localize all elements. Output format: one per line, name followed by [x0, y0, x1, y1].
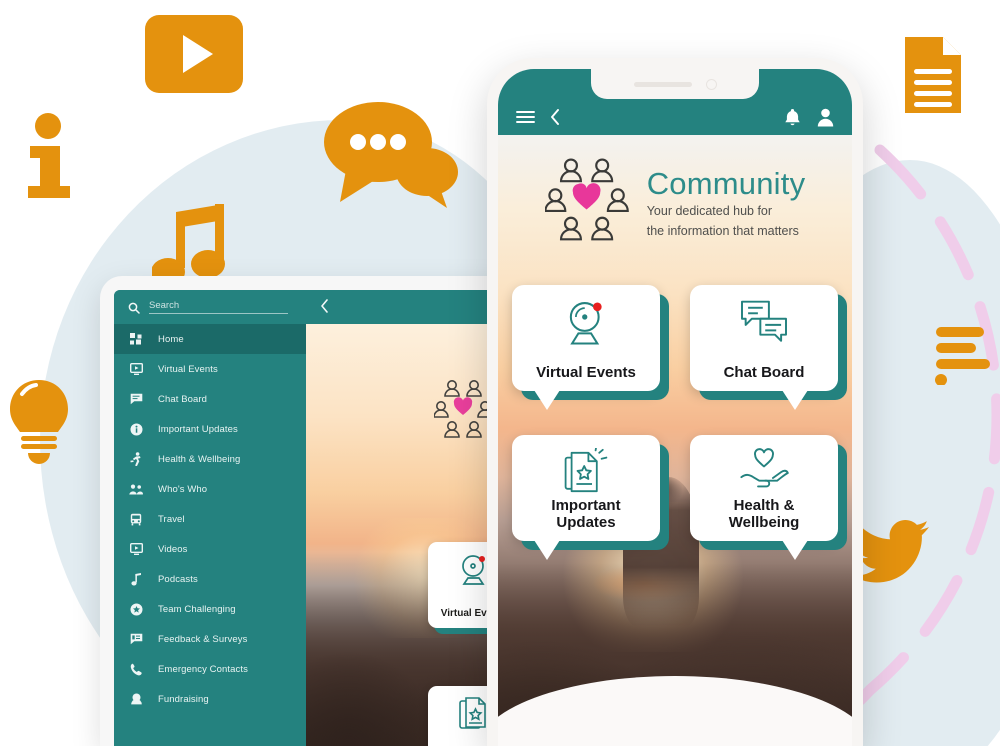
- bus-icon: [128, 511, 144, 527]
- phone-content: Community Your dedicated hub for the inf…: [498, 135, 852, 746]
- info-letter-icon: [22, 112, 82, 204]
- sidebar-item-who-s-who[interactable]: Who's Who: [114, 474, 306, 504]
- webcam-icon: [563, 298, 609, 351]
- sidebar-item-travel[interactable]: Travel: [114, 504, 306, 534]
- tile-chat-board[interactable]: Chat Board: [690, 285, 838, 410]
- sidebar-item-label: Fundraising: [158, 693, 209, 705]
- phone-notch: [591, 69, 759, 99]
- phone-status-header: [498, 69, 852, 135]
- community-hero: Community Your dedicated hub for the inf…: [498, 157, 852, 250]
- running-person-icon: [128, 451, 144, 467]
- donate-icon: [128, 691, 144, 707]
- chevron-left-icon[interactable]: [550, 109, 560, 125]
- info-circle-icon: [128, 421, 144, 437]
- chat-bubbles-icon: [739, 298, 789, 347]
- sidebar-item-label: Home: [158, 333, 184, 345]
- sidebar-item-videos[interactable]: Videos: [114, 534, 306, 564]
- sidebar-item-feedback-surveys[interactable]: Feedback & Surveys: [114, 624, 306, 654]
- community-people-heart-icon: [544, 157, 631, 250]
- tablet-sidebar-menu: Home Virtual Events Chat Board Important Up…: [114, 324, 306, 746]
- tile-label: Health & Wellbeing: [690, 498, 838, 532]
- sidebar-item-label: Chat Board: [158, 393, 208, 405]
- hero-subtitle-line2: the information that matters: [646, 223, 799, 238]
- hero-subtitle-line1: Your dedicated hub for: [646, 204, 773, 219]
- video-screen-icon: [128, 361, 144, 377]
- webcam-icon: [457, 552, 491, 591]
- document-lines-icon: [899, 33, 965, 117]
- tablet-search-bar: [114, 290, 306, 324]
- sidebar-item-fundraising[interactable]: Fundraising: [114, 684, 306, 714]
- target-icon: [128, 601, 144, 617]
- tile-tail: [782, 390, 808, 410]
- tablet-body: Home Virtual Events Chat Board Important Up…: [114, 324, 520, 746]
- sidebar-item-label: Team Challenging: [158, 603, 236, 615]
- phone-app-bar: [498, 99, 852, 135]
- twitter-bird-icon: [855, 518, 933, 584]
- document-star-icon: [457, 696, 491, 737]
- chevron-left-icon[interactable]: [320, 299, 329, 315]
- search-input[interactable]: [149, 300, 288, 314]
- sidebar-item-virtual-events[interactable]: Virtual Events: [114, 354, 306, 384]
- tile-important-updates[interactable]: Important Updates: [512, 435, 660, 560]
- sidebar-item-label: Who's Who: [158, 483, 208, 495]
- tile-tail: [534, 390, 560, 410]
- dashboard-icon: [128, 331, 144, 347]
- sidebar-item-health-wellbeing[interactable]: Health & Wellbeing: [114, 444, 306, 474]
- tile-label-line2: Wellbeing: [728, 514, 800, 532]
- tile-label-line1: Health &: [733, 497, 795, 515]
- hamburger-menu-icon[interactable]: [516, 110, 535, 124]
- tile-row-1: Virtual Events Chat Board: [512, 285, 838, 410]
- tile-tail: [782, 540, 808, 560]
- tablet-screen: Home Virtual Events Chat Board Important Up…: [114, 290, 520, 746]
- tile-label: Important Updates: [512, 498, 660, 532]
- people-icon: [128, 481, 144, 497]
- sidebar-item-chat-board[interactable]: Chat Board: [114, 384, 306, 414]
- tablet-device: Home Virtual Events Chat Board Important Up…: [100, 276, 520, 746]
- hand-heart-icon: [739, 448, 789, 497]
- sidebar-item-label: Feedback & Surveys: [158, 633, 248, 645]
- speaker-grille: [633, 81, 692, 87]
- video-screen-icon: [128, 541, 144, 557]
- tile-virtual-events[interactable]: Virtual Events: [512, 285, 660, 410]
- search-icon: [128, 301, 140, 314]
- phone-device: Community Your dedicated hub for the inf…: [487, 58, 863, 746]
- sidebar-item-podcasts[interactable]: Podcasts: [114, 564, 306, 594]
- play-button-icon: [145, 15, 243, 93]
- music-note-icon: [128, 571, 144, 587]
- user-profile-icon[interactable]: [817, 108, 834, 127]
- sidebar-item-label: Important Updates: [158, 423, 238, 435]
- phone-icon: [128, 661, 144, 677]
- phone-screen: Community Your dedicated hub for the inf…: [498, 69, 852, 746]
- tile-tail: [534, 540, 560, 560]
- tablet-topbar: [114, 290, 520, 324]
- document-star-icon: [563, 445, 609, 501]
- front-camera: [705, 78, 717, 90]
- tile-row-2: Important Updates Health & Wellbeing: [512, 435, 838, 560]
- lightbulb-icon: [6, 378, 72, 466]
- community-people-heart-icon: [433, 379, 494, 446]
- tile-label: Virtual Events: [536, 364, 636, 382]
- sidebar-item-label: Virtual Events: [158, 363, 218, 375]
- sidebar-item-label: Emergency Contacts: [158, 663, 248, 675]
- tile-health-wellbeing[interactable]: Health & Wellbeing: [690, 435, 838, 560]
- sidebar-item-label: Podcasts: [158, 573, 198, 585]
- sidebar-item-label: Travel: [158, 513, 185, 525]
- sidebar-item-team-challenging[interactable]: Team Challenging: [114, 594, 306, 624]
- page-title: Community: [646, 165, 806, 201]
- feedback-icon: [128, 631, 144, 647]
- sidebar-item-home[interactable]: Home: [114, 324, 306, 354]
- sidebar-item-label: Videos: [158, 543, 188, 555]
- tile-label: Chat Board: [723, 364, 805, 382]
- list-bars-icon: [928, 325, 990, 385]
- notification-bell-icon[interactable]: [784, 108, 801, 127]
- tile-label-line1: Important: [551, 497, 621, 515]
- illustration-stage: Home Virtual Events Chat Board Important Up…: [0, 0, 1000, 746]
- sidebar-item-label: Health & Wellbeing: [158, 453, 241, 465]
- chat-bubble-icon: [128, 391, 144, 407]
- tile-label-line2: Updates: [556, 514, 616, 532]
- sidebar-item-emergency-contacts[interactable]: Emergency Contacts: [114, 654, 306, 684]
- sidebar-item-important-updates[interactable]: Important Updates: [114, 414, 306, 444]
- chat-bubbles-icon: [322, 98, 458, 208]
- phone-tile-grid: Virtual Events Chat Board Important Upda…: [498, 285, 852, 585]
